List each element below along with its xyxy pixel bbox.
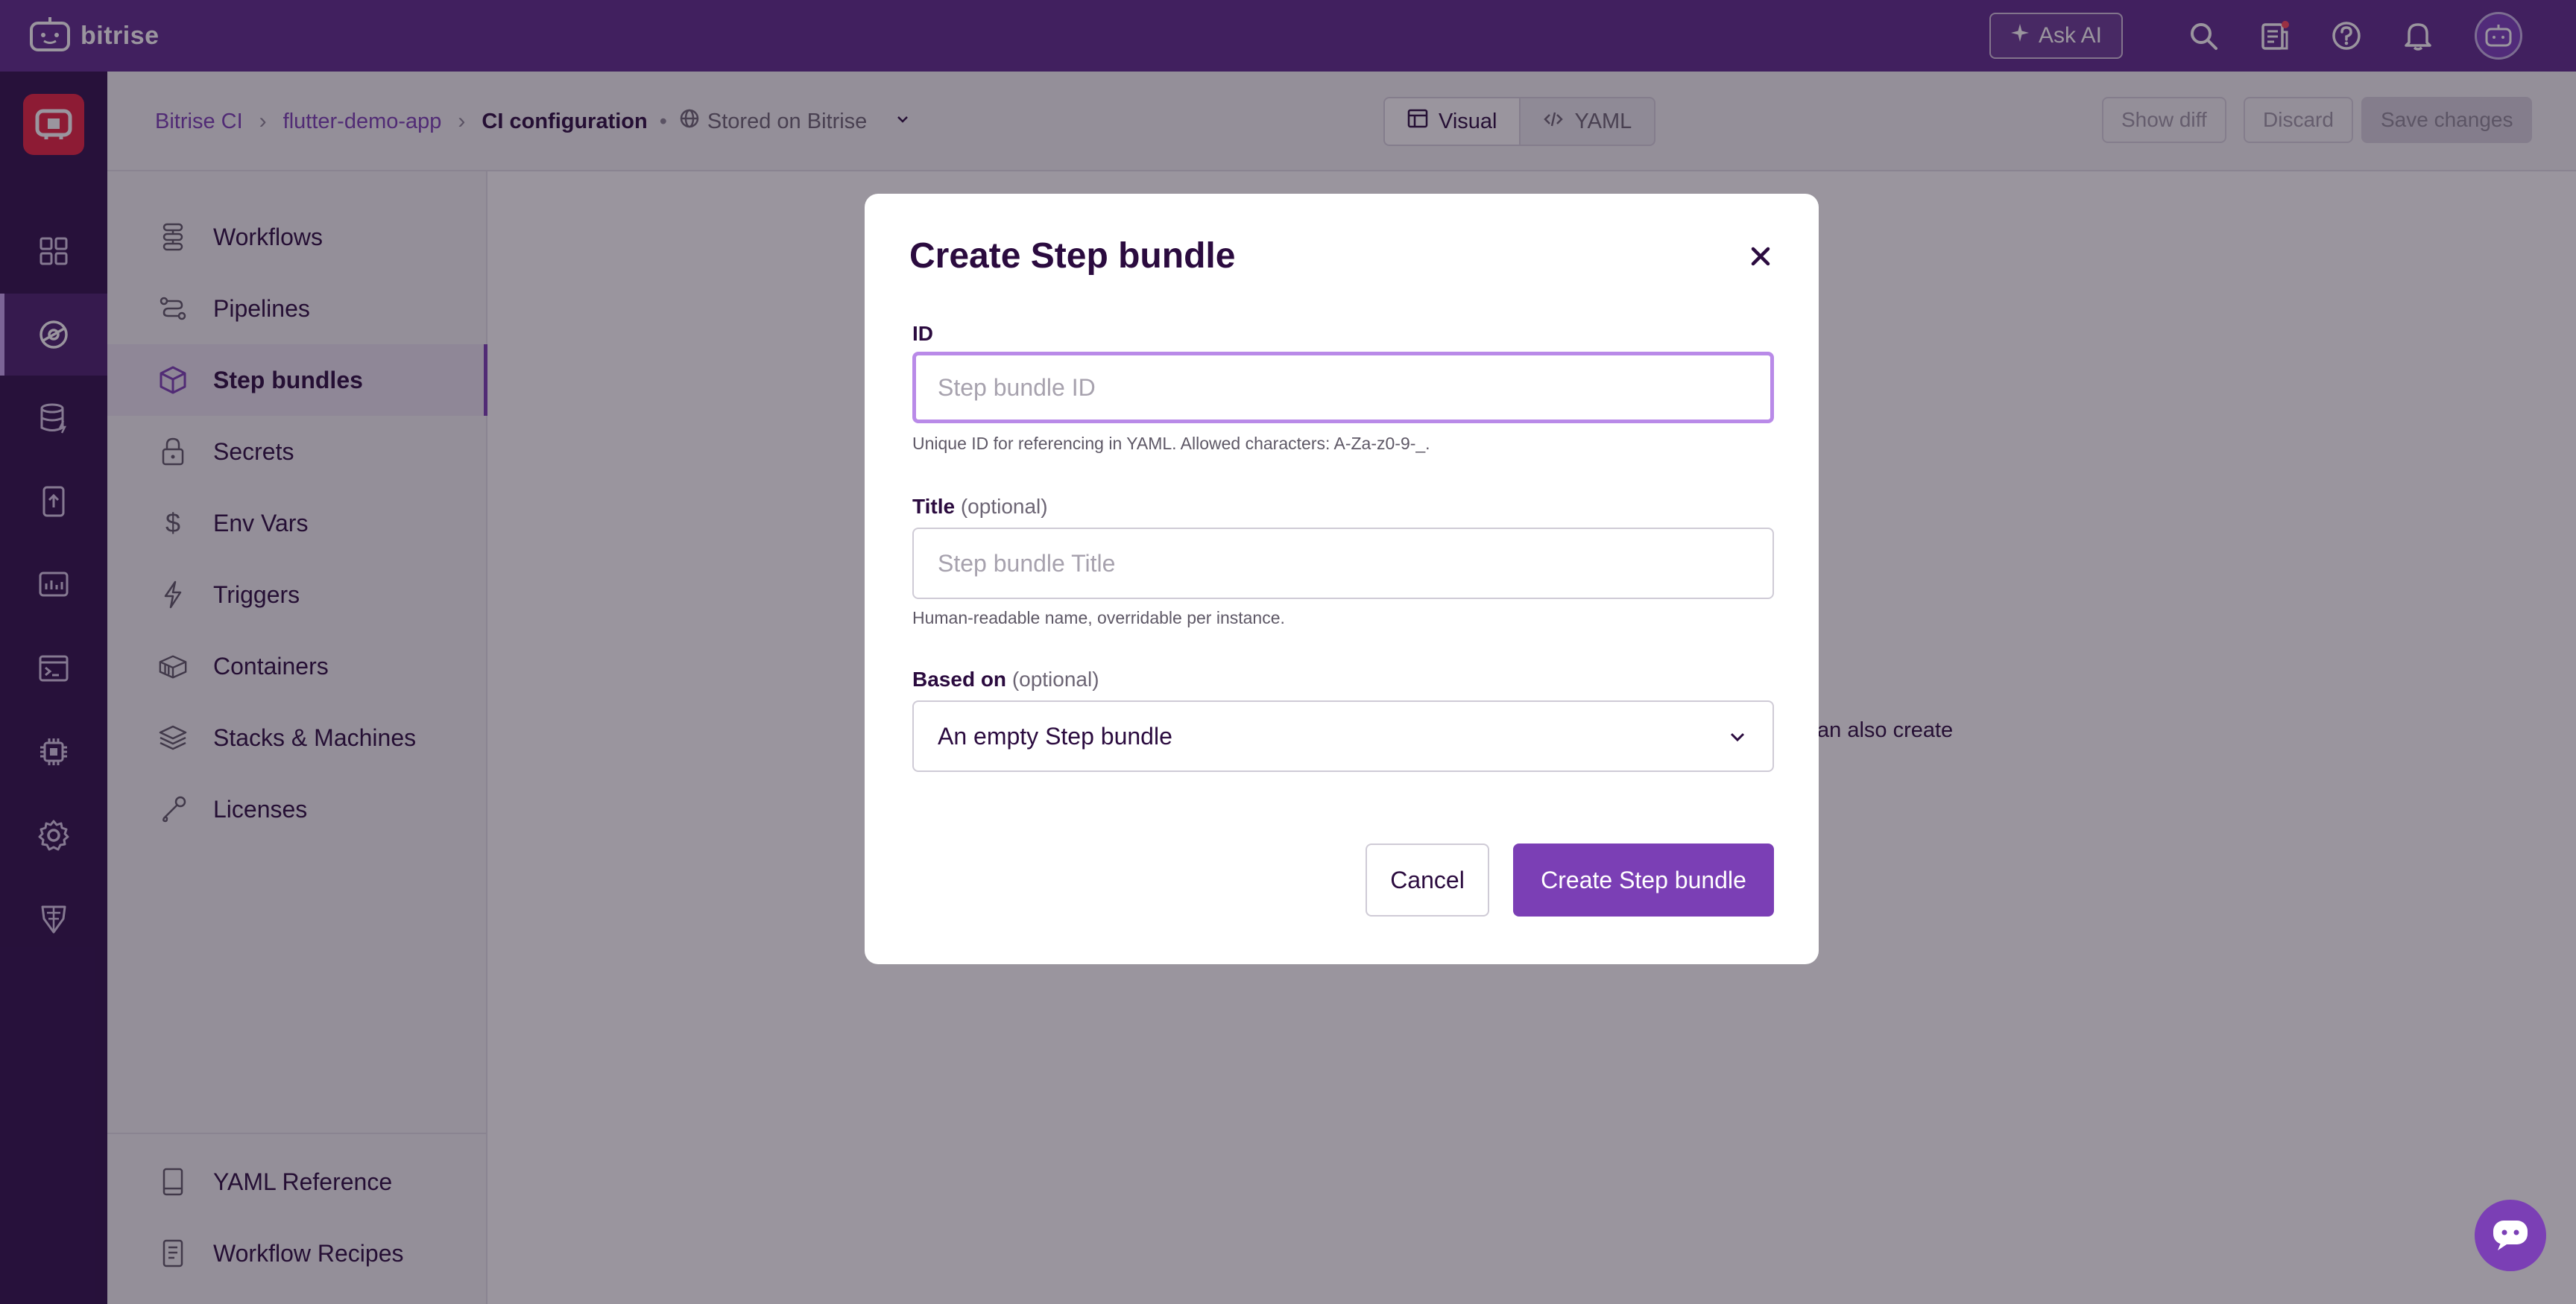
dialog-title: Create Step bundle [909,236,1236,276]
chevron-down-icon [1725,724,1750,756]
based-on-value: An empty Step bundle [938,722,1172,750]
title-label-text: Title [912,495,956,518]
cancel-button[interactable]: Cancel [1366,844,1489,917]
title-label: Title (optional) [912,495,1048,519]
optional-label: (optional) [960,495,1048,518]
optional-label: (optional) [1011,668,1099,691]
id-help-text: Unique ID for referencing in YAML. Allow… [912,434,1430,453]
chat-support-icon[interactable] [2475,1200,2546,1271]
based-on-label: Based on (optional) [912,668,1099,691]
create-step-bundle-button[interactable]: Create Step bundle [1513,844,1774,917]
title-help-text: Human-readable name, overridable per ins… [912,608,1285,627]
id-label: ID [912,322,933,345]
based-on-select[interactable]: An empty Step bundle [912,700,1774,772]
title-input[interactable] [912,528,1774,599]
based-on-label-text: Based on [912,668,1007,691]
close-icon[interactable] [1744,240,1777,273]
create-step-bundle-dialog: Create Step bundle ID Unique ID for refe… [865,194,1819,964]
id-input[interactable] [912,352,1774,423]
